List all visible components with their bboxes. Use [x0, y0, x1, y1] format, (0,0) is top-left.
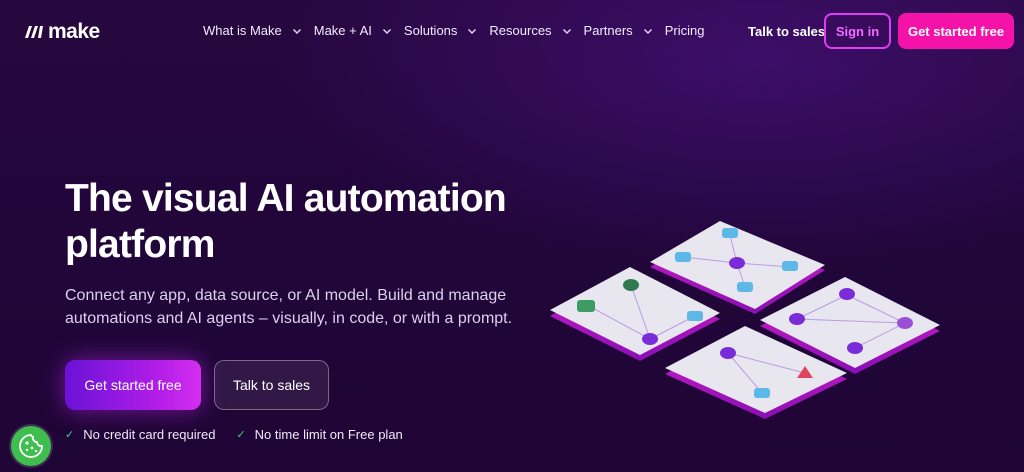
chevron-down-icon [643, 28, 652, 34]
brand-name: make [48, 20, 100, 43]
isometric-workflow-illustration [550, 221, 940, 419]
benefit-label: No credit card required [83, 427, 216, 442]
hero-talk-to-sales-button[interactable]: Talk to sales [214, 360, 329, 410]
cookie-icon [19, 434, 43, 458]
nav-item-label: What is Make [203, 23, 282, 38]
chevron-down-icon [468, 28, 477, 34]
nav-item-partners[interactable]: Partners [584, 23, 653, 38]
nav-item-what-is-make[interactable]: What is Make [203, 23, 302, 38]
make-logo[interactable]: make [24, 20, 100, 44]
check-icon: ✓ [65, 429, 75, 441]
main-menu: What is Make Make + AI Solutions Resourc… [203, 23, 704, 38]
nav-item-make-ai[interactable]: Make + AI [314, 23, 392, 38]
sign-in-button[interactable]: Sign in [824, 13, 891, 49]
nav-item-label: Resources [489, 23, 552, 38]
benefit-item: ✓ No time limit on Free plan [236, 427, 402, 442]
nav-item-label: Partners [583, 23, 633, 38]
check-icon: ✓ [236, 429, 246, 441]
chevron-down-icon [382, 28, 391, 34]
benefit-label: No time limit on Free plan [254, 427, 403, 442]
nav-item-label: Make + AI [313, 23, 372, 38]
hero-benefits: ✓ No credit card required ✓ No time limi… [65, 427, 424, 442]
nav-item-label: Pricing [664, 23, 705, 38]
talk-to-sales-link[interactable]: Talk to sales [748, 24, 825, 39]
get-started-free-button[interactable]: Get started free [898, 13, 1014, 49]
chevron-down-icon [562, 28, 571, 34]
cookie-settings-button[interactable] [11, 426, 51, 466]
nav-item-label: Solutions [403, 23, 458, 38]
hero-title: The visual AI automation platform [65, 177, 507, 266]
nav-item-solutions[interactable]: Solutions [404, 23, 477, 38]
nav-item-resources[interactable]: Resources [489, 23, 571, 38]
make-logo-icon [25, 26, 43, 38]
benefit-item: ✓ No credit card required [65, 427, 215, 442]
top-navigation: make What is Make Make + AI Solutions Re… [0, 0, 1024, 64]
chevron-down-icon [292, 28, 301, 34]
hero-subtitle: Connect any app, data source, or AI mode… [65, 287, 513, 327]
nav-item-pricing[interactable]: Pricing [665, 23, 705, 38]
hero-get-started-button[interactable]: Get started free [65, 360, 201, 410]
